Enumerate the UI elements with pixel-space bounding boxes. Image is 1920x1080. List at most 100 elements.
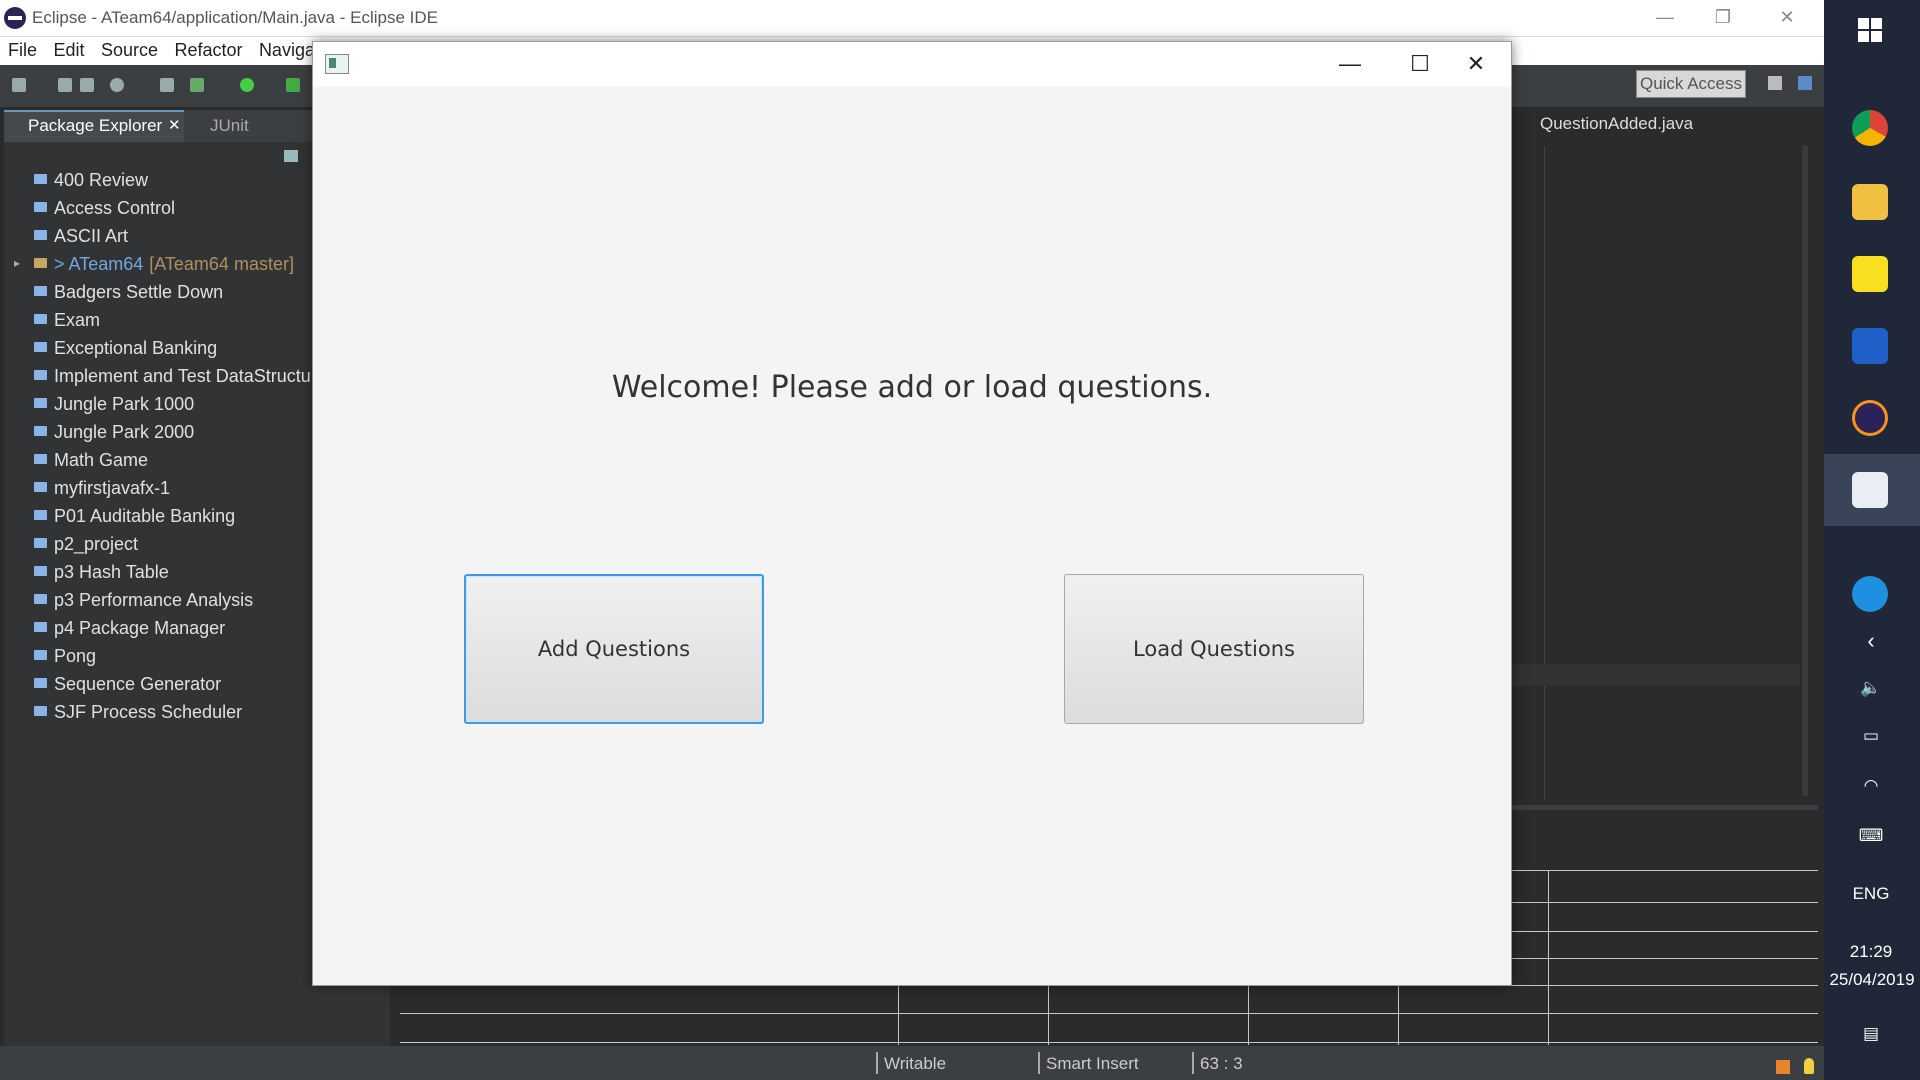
tree-item-project[interactable]: myfirstjavafx-1 [34, 478, 170, 504]
tip-bulb-icon[interactable] [1804, 1058, 1814, 1074]
menu-file[interactable]: File [8, 40, 37, 60]
tree-item-label: p3 Performance Analysis [54, 590, 254, 610]
project-folder-icon [34, 482, 47, 492]
tree-item-label: myfirstjavafx-1 [54, 478, 171, 498]
file-explorer-icon[interactable] [1852, 184, 1888, 220]
tree-item-project[interactable]: Jungle Park 1000 [34, 394, 194, 420]
collapse-all-icon[interactable] [284, 150, 298, 162]
action-center-icon[interactable]: ▤ [1838, 1024, 1904, 1044]
java-perspective-icon[interactable] [1798, 76, 1812, 90]
rss-icon[interactable] [1776, 1060, 1790, 1074]
tree-item-project[interactable]: p4 Package Manager [34, 618, 225, 644]
project-folder-icon [34, 510, 47, 520]
tree-item-project[interactable]: ▸ > ATeam64 [ATeam64 master] [14, 254, 294, 280]
tree-item-project[interactable]: Implement and Test DataStructur [34, 366, 317, 392]
project-folder-icon [34, 202, 47, 212]
debug-icon[interactable] [110, 78, 124, 92]
tree-item-project[interactable]: Sequence Generator [34, 674, 221, 700]
window-restore-button[interactable]: ❐ [1694, 0, 1752, 36]
editor-tab-questionadded[interactable]: QuestionAdded.java [1540, 114, 1693, 134]
menu-edit[interactable]: Edit [53, 40, 84, 60]
grid-line [1512, 985, 1818, 986]
tree-item-project[interactable]: p2_project [34, 534, 138, 560]
git-project-icon [34, 258, 47, 268]
project-folder-icon [34, 678, 47, 688]
window-minimize-button[interactable]: — [1636, 0, 1694, 36]
network-icon[interactable]: ◠ [1838, 776, 1904, 796]
grid-line [1512, 902, 1818, 903]
dialog-minimize-button[interactable]: — [1315, 42, 1385, 86]
project-folder-icon [34, 230, 47, 240]
project-folder-icon [34, 314, 47, 324]
skip-breakpoints-icon[interactable] [160, 78, 174, 92]
tree-item-label: Math Game [54, 450, 149, 470]
javafx-dialog-window: — ☐ ✕ Welcome! Please add or load questi… [312, 41, 1512, 986]
tree-item-project[interactable]: Exceptional Banking [34, 338, 217, 364]
tree-item-label: Exam [54, 310, 101, 330]
battery-icon[interactable]: ▭ [1838, 726, 1904, 746]
tree-item-project[interactable]: Math Game [34, 450, 148, 476]
menu-refactor[interactable]: Refactor [174, 40, 242, 60]
load-questions-button[interactable]: Load Questions [1064, 574, 1364, 724]
git-branch-label: [ATeam64 master] [149, 254, 294, 274]
tree-item-label: P01 Auditable Banking [54, 506, 236, 526]
tree-item-label: SJF Process Scheduler [54, 702, 243, 722]
run-icon[interactable] [240, 78, 254, 92]
tree-item-label: Pong [54, 646, 97, 666]
volume-icon[interactable]: 🔈 [1838, 678, 1904, 698]
tree-item-label: p2_project [54, 534, 139, 554]
project-folder-icon [34, 426, 47, 436]
coverage-icon[interactable] [190, 78, 204, 92]
tree-item-project[interactable]: Pong [34, 646, 96, 672]
java-app-icon [325, 54, 349, 74]
tab-package-explorer-label: Package Explorer [28, 116, 163, 135]
add-questions-button[interactable]: Add Questions [464, 574, 764, 724]
language-indicator[interactable]: ENG [1838, 884, 1904, 904]
powershell-icon[interactable] [1852, 328, 1888, 364]
clock-time[interactable]: 21:29 [1838, 942, 1904, 962]
chrome-icon[interactable] [1852, 110, 1888, 146]
tree-item-label: Sequence Generator [54, 674, 222, 694]
tree-item-project[interactable]: SJF Process Scheduler [34, 702, 242, 728]
tab-close-icon[interactable]: ✕ [168, 116, 181, 134]
sticky-notes-icon[interactable] [1852, 256, 1888, 292]
dialog-title-bar: — ☐ ✕ [313, 42, 1511, 86]
new-icon[interactable] [12, 78, 26, 92]
tree-item-project[interactable]: p3 Hash Table [34, 562, 169, 588]
tree-item-project[interactable]: Jungle Park 2000 [34, 422, 194, 448]
status-insert-mode: Smart Insert [1046, 1054, 1139, 1073]
project-folder-icon [34, 566, 47, 576]
help-icon[interactable] [1852, 576, 1888, 612]
project-folder-icon [34, 594, 47, 604]
save-all-icon[interactable] [80, 78, 94, 92]
tree-item-project[interactable]: Access Control [34, 198, 175, 224]
java-taskbar-icon[interactable] [1852, 472, 1888, 508]
tab-junit[interactable]: JUnit [210, 116, 249, 136]
menu-source[interactable]: Source [101, 40, 158, 60]
window-close-button[interactable]: ✕ [1758, 0, 1816, 36]
tree-item-project[interactable]: ASCII Art [34, 226, 128, 252]
keyboard-icon[interactable]: ⌨ [1838, 826, 1904, 846]
external-tools-icon[interactable] [286, 78, 300, 92]
tree-item-project[interactable]: P01 Auditable Banking [34, 506, 235, 532]
project-folder-icon [34, 286, 47, 296]
windows-start-icon[interactable] [1858, 18, 1882, 42]
show-hidden-icons-icon[interactable]: ‹ [1838, 628, 1904, 654]
save-icon[interactable] [58, 78, 72, 92]
project-folder-icon [34, 342, 47, 352]
quick-access-field[interactable]: Quick Access [1636, 70, 1746, 98]
tree-item-project[interactable]: 400 Review [34, 170, 148, 196]
welcome-message: Welcome! Please add or load questions. [611, 370, 1213, 405]
dialog-close-button[interactable]: ✕ [1441, 42, 1511, 86]
project-folder-icon [34, 706, 47, 716]
clock-date[interactable]: 25/04/2019 [1826, 970, 1918, 990]
editor-scrollbar[interactable] [1802, 146, 1808, 796]
grid-line [1548, 870, 1549, 1045]
tree-item-project[interactable]: Exam [34, 310, 100, 336]
project-folder-icon [34, 174, 47, 184]
tree-item-project[interactable]: Badgers Settle Down [34, 282, 223, 308]
tree-item-project[interactable]: p3 Performance Analysis [34, 590, 253, 616]
eclipse-taskbar-icon[interactable] [1852, 400, 1888, 436]
expand-arrow-icon[interactable]: ▸ [14, 256, 20, 270]
open-perspective-icon[interactable] [1768, 76, 1782, 90]
